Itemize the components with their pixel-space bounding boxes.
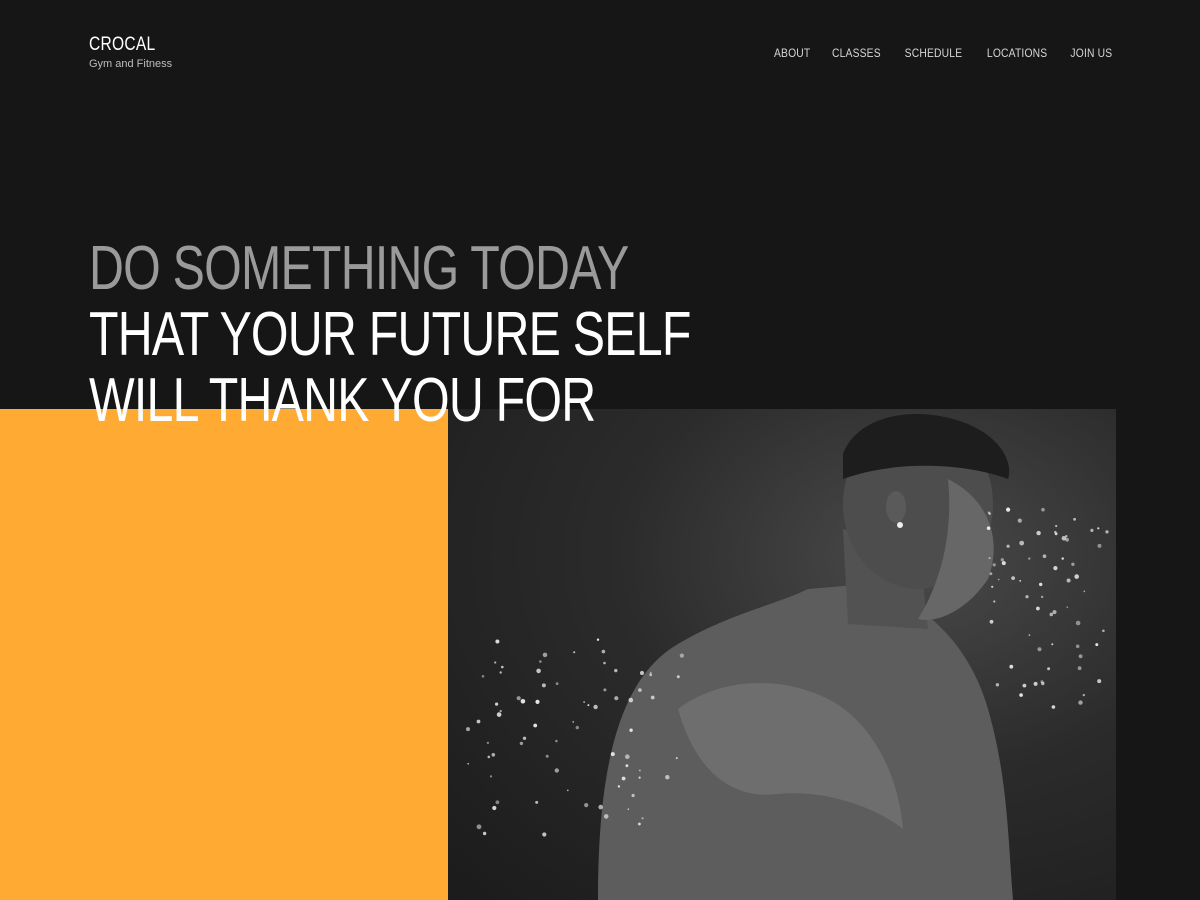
hero-line-3: WILL THANK YOU FOR: [89, 366, 596, 435]
hero-photo-illustration: [466, 414, 1109, 900]
hero-headline: DO SOMETHING TODAY THAT YOUR FUTURE SELF…: [89, 236, 860, 434]
nav-item-about[interactable]: ABOUT: [774, 45, 810, 61]
site-tagline: Gym and Fitness: [89, 58, 173, 70]
main-nav: ABOUT CLASSES SCHEDULE LOCATIONS JOIN US: [771, 45, 1116, 61]
site-header: CROCAL Gym and Fitness ABOUT CLASSES SCH…: [0, 0, 1200, 90]
nav-item-classes[interactable]: CLASSES: [832, 45, 881, 61]
hero-line-1: DO SOMETHING TODAY: [89, 234, 629, 303]
nav-item-join-us[interactable]: JOIN US: [1071, 45, 1113, 61]
site-title: CROCAL: [89, 34, 156, 55]
accent-color-block: [0, 409, 448, 900]
nav-item-locations[interactable]: LOCATIONS: [987, 45, 1047, 61]
hero-line-2: THAT YOUR FUTURE SELF: [89, 300, 691, 369]
page: CROCAL Gym and Fitness ABOUT CLASSES SCH…: [0, 0, 1200, 900]
nav-item-schedule[interactable]: SCHEDULE: [905, 45, 963, 61]
site-logo-link[interactable]: CROCAL Gym and Fitness: [89, 34, 172, 71]
hero-photo: [448, 409, 1116, 900]
